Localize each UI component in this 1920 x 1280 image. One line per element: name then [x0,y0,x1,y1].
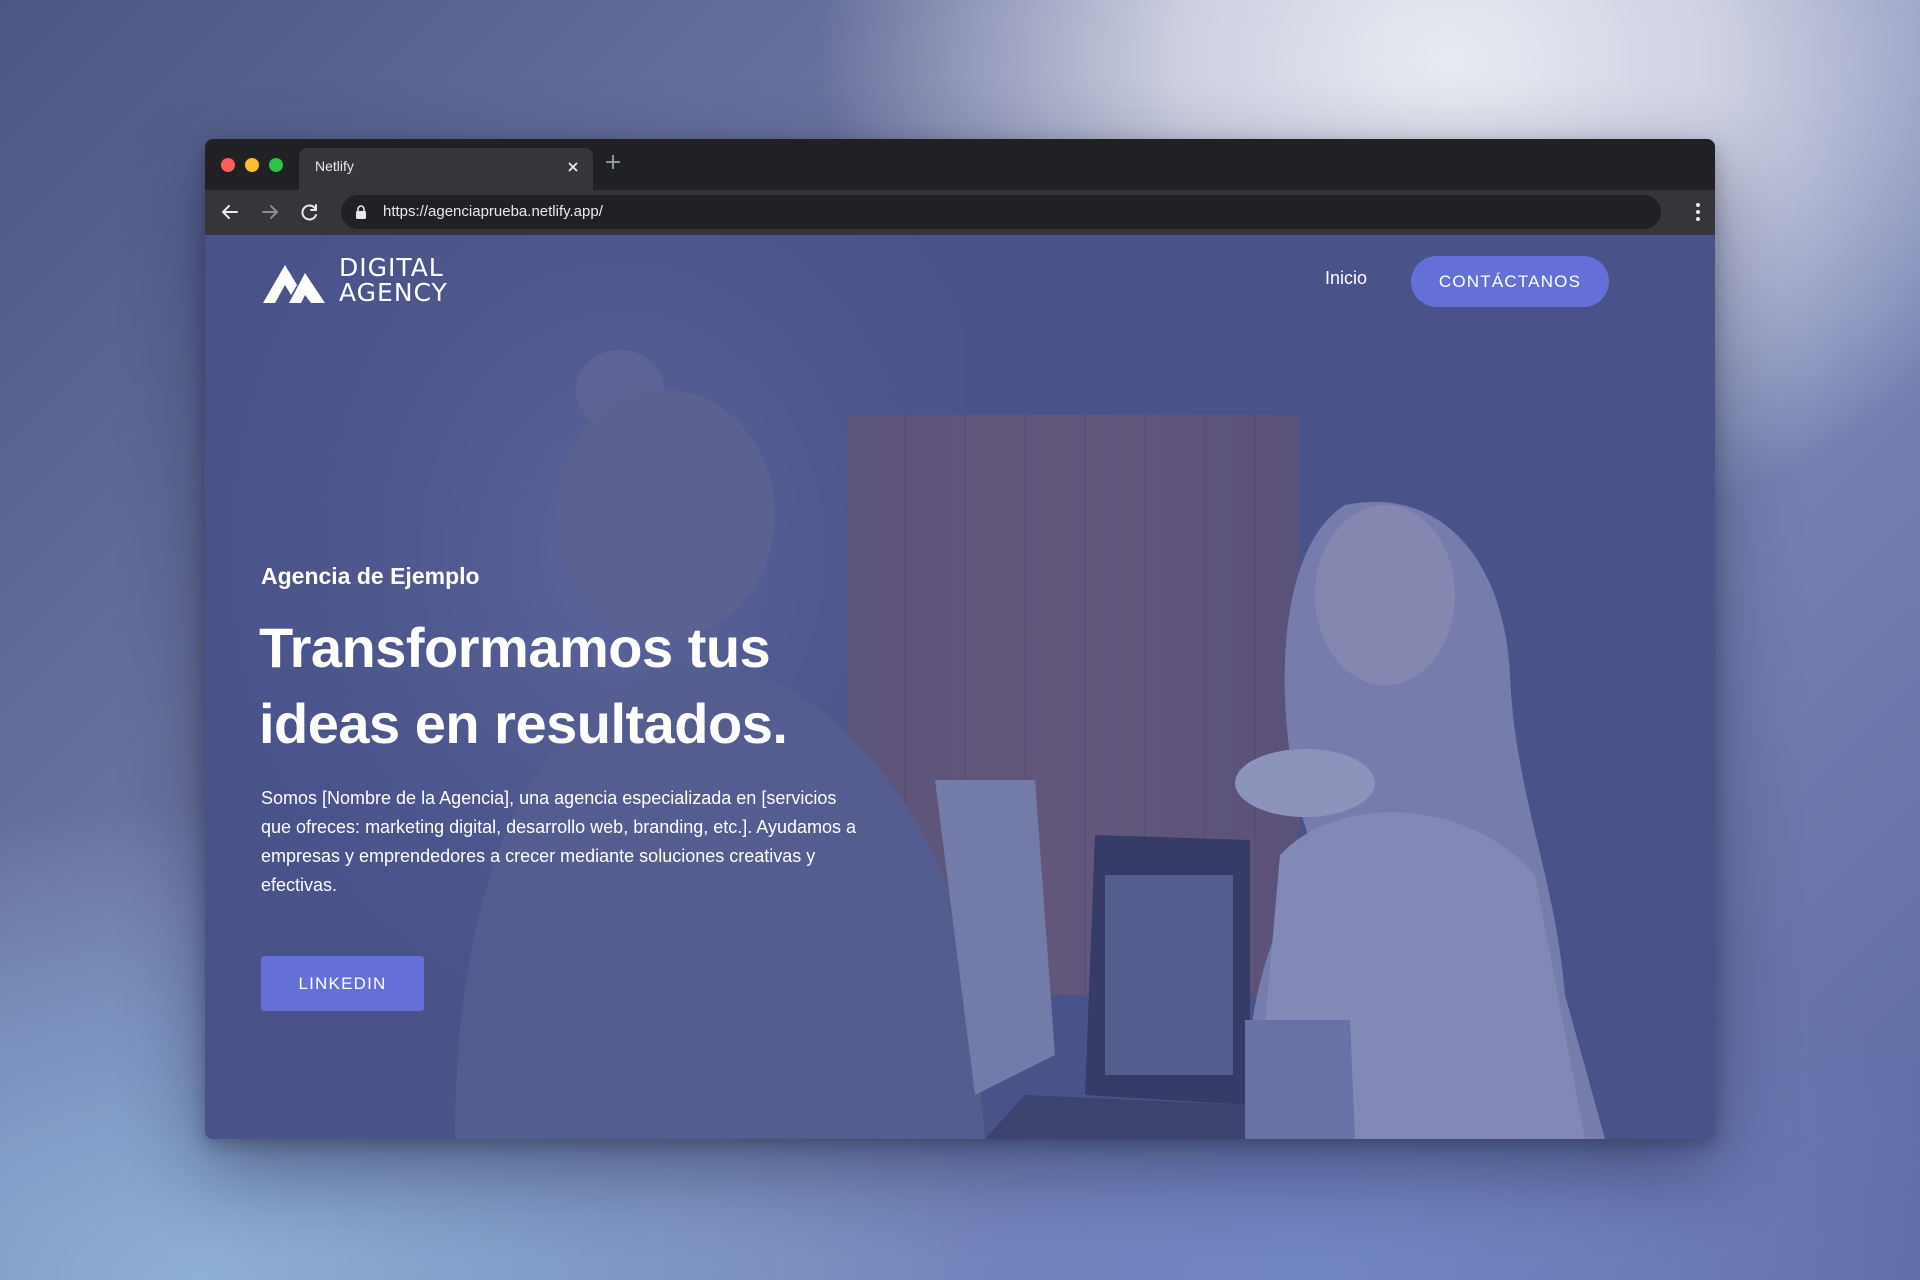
window-close-button[interactable] [221,158,235,172]
browser-toolbar: https://agenciaprueba.netlify.app/ [205,190,1715,235]
tab-bar: Netlify [205,139,1715,190]
browser-window: Netlify https://agenciaprueba.netlify.ap… [205,139,1715,1139]
nav-link-inicio[interactable]: Inicio [1325,268,1367,289]
back-arrow-icon[interactable] [217,199,243,225]
address-bar[interactable]: https://agenciaprueba.netlify.app/ [341,195,1661,229]
site-logo[interactable]: DIGITAL AGENCY [261,253,471,309]
reload-icon[interactable] [297,199,323,225]
logo-line-1: DIGITAL [339,253,444,282]
window-minimize-button[interactable] [245,158,259,172]
hero-headline: Transformamos tus ideas en resultados. [259,610,979,762]
contact-button[interactable]: CONTÁCTANOS [1411,256,1609,307]
linkedin-button[interactable]: LINKEDIN [261,956,424,1011]
web-page: DIGITAL AGENCY Inicio CONTÁCTANOS Agenci… [205,235,1715,1139]
close-icon[interactable] [563,157,583,177]
headline-line-2: ideas en resultados. [259,692,788,755]
logo-mark-icon [261,259,327,305]
hero-eyebrow: Agencia de Ejemplo [261,563,480,589]
tab-title: Netlify [315,158,354,174]
headline-line-1: Transformamos tus [259,616,771,679]
url-text[interactable]: https://agenciaprueba.netlify.app/ [383,203,603,220]
window-maximize-button[interactable] [269,158,283,172]
hero-intro-text: Somos [Nombre de la Agencia], una agenci… [261,788,857,895]
lock-icon[interactable] [355,205,367,219]
more-vert-icon[interactable] [1695,202,1701,222]
logo-text: DIGITAL AGENCY [339,255,448,305]
logo-line-2: AGENCY [339,278,448,307]
browser-tab[interactable]: Netlify [299,148,593,190]
forward-arrow-icon[interactable] [257,199,283,225]
plus-icon[interactable] [603,152,623,177]
